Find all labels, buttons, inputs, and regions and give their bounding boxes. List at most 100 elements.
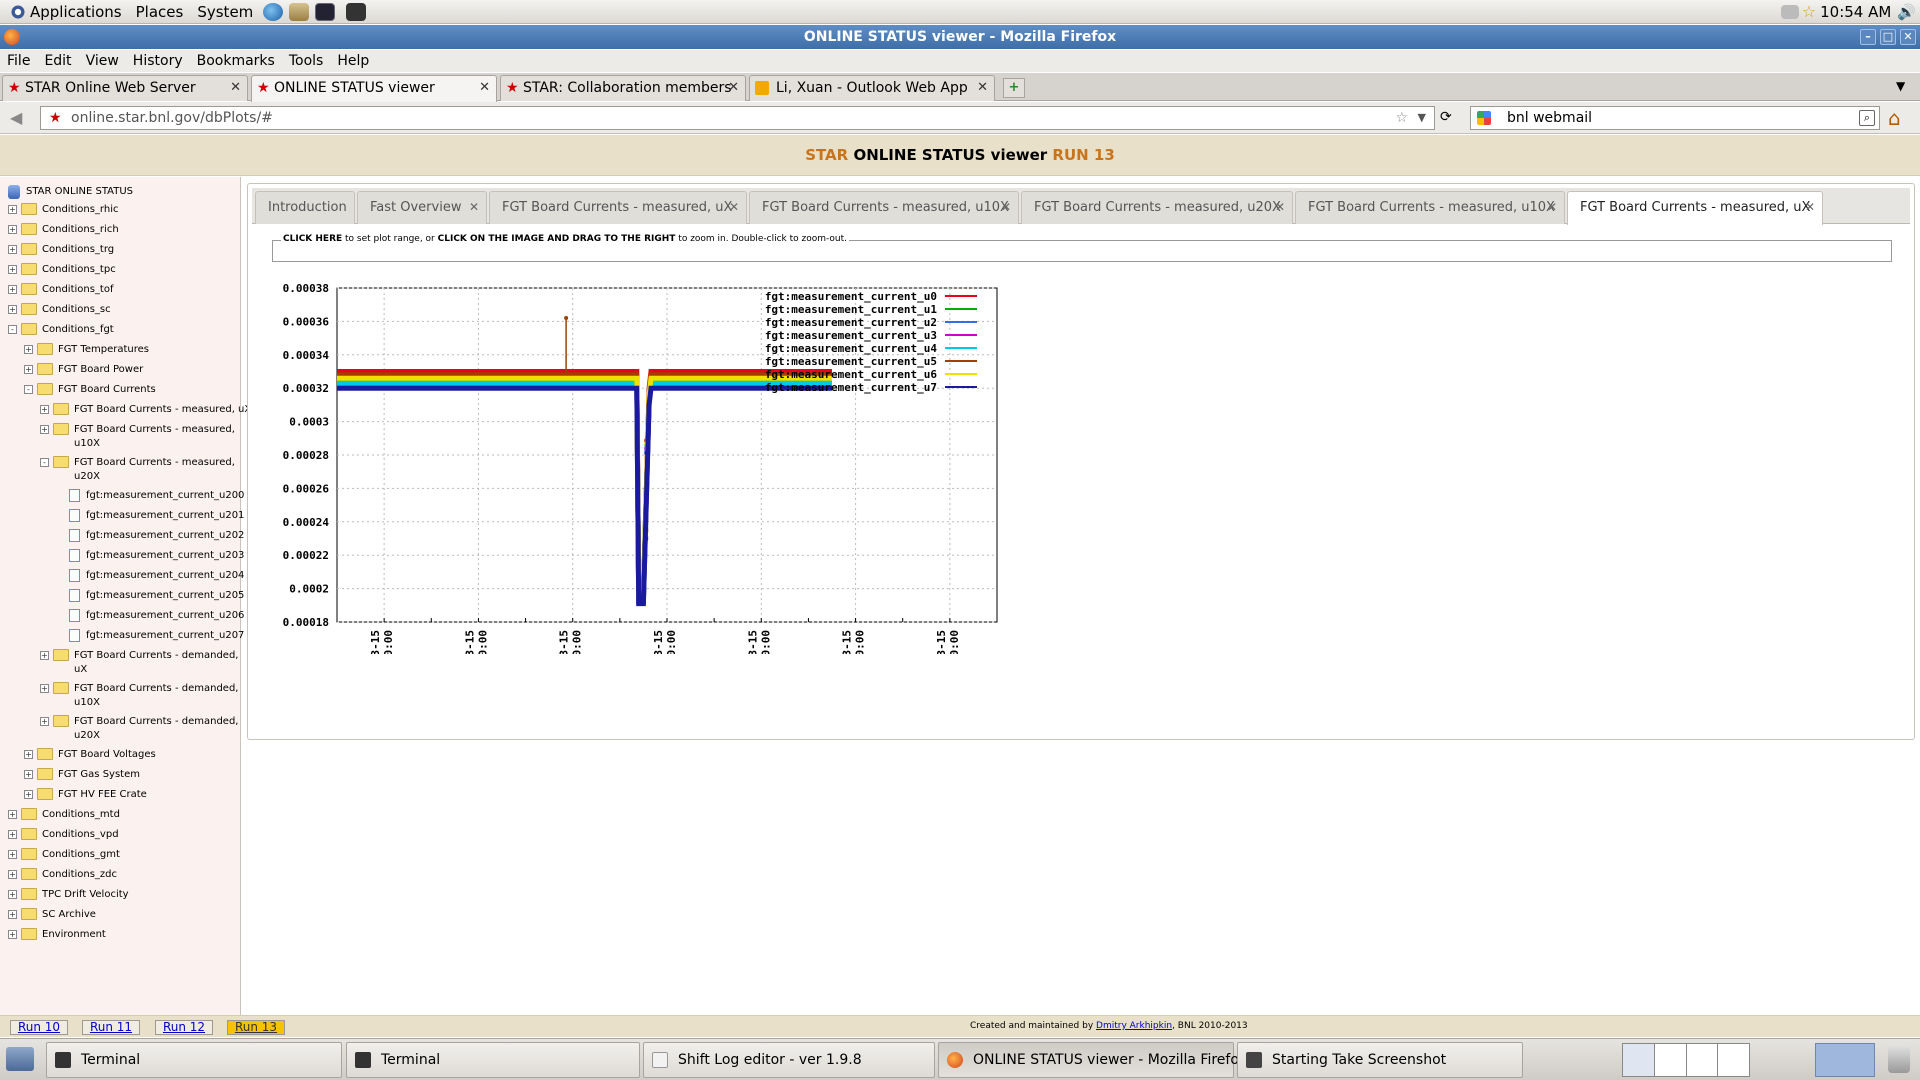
tree-leaf[interactable]: fgt:measurement_current_u200 — [56, 489, 244, 507]
terminal-launcher-icon[interactable] — [315, 2, 336, 21]
workspace-firefox-preview[interactable] — [1815, 1043, 1875, 1077]
star-notify-icon[interactable]: ☆ — [1802, 2, 1816, 21]
volume-icon[interactable]: 🔊 — [1897, 3, 1916, 21]
workspace-switcher[interactable] — [1622, 1043, 1750, 1077]
menu-history[interactable]: History — [126, 53, 190, 69]
browser-tab[interactable]: ★ STAR: Collaboration members ✕ — [500, 75, 746, 101]
show-desktop-icon[interactable] — [6, 1047, 34, 1071]
browser-tab[interactable]: ★ STAR Online Web Server ✕ — [2, 75, 248, 101]
expand-icon[interactable]: + — [8, 245, 17, 254]
hint-text[interactable]: CLICK HERE to set plot range, or CLICK O… — [281, 234, 850, 244]
close-tab-icon[interactable]: ✕ — [1805, 192, 1815, 223]
expand-icon[interactable]: + — [8, 890, 17, 899]
close-tab-icon[interactable]: ✕ — [479, 76, 490, 100]
plot-tab[interactable]: FGT Board Currents - measured, u10X ✕ — [749, 191, 1019, 224]
url-bar[interactable]: ★ online.star.bnl.gov/dbPlots/# ☆ ▼ — [40, 106, 1435, 130]
plot-tab[interactable]: Fast Overview ✕ — [357, 191, 487, 224]
collapse-icon[interactable]: - — [8, 325, 17, 334]
menu-help[interactable]: Help — [330, 53, 376, 69]
expand-icon[interactable]: + — [8, 830, 17, 839]
screenshot-launcher-icon[interactable] — [346, 2, 367, 21]
tab-list-icon[interactable]: ▼ — [1896, 79, 1905, 93]
expand-icon[interactable]: + — [8, 305, 17, 314]
tree-folder[interactable]: - FGT Board Currents — [24, 383, 156, 401]
author-link[interactable]: Dmitry Arkhipkin — [1096, 1021, 1172, 1031]
tree-folder[interactable]: + FGT Board Currents - demanded, uX — [40, 649, 238, 675]
close-window-button[interactable]: ✕ — [1900, 29, 1916, 45]
clock[interactable]: 10:54 AM — [1820, 3, 1891, 21]
workspace-4[interactable] — [1718, 1044, 1749, 1076]
run-12-button[interactable]: Run 12 — [155, 1020, 213, 1035]
workspace-1[interactable] — [1623, 1044, 1655, 1076]
collapse-icon[interactable]: - — [24, 385, 33, 394]
close-tab-icon[interactable]: ✕ — [1547, 192, 1557, 223]
taskbar-terminal-1[interactable]: Terminal — [46, 1042, 342, 1078]
expand-icon[interactable]: + — [24, 750, 33, 759]
expand-icon[interactable]: + — [8, 870, 17, 879]
tree-folder[interactable]: - FGT Board Currents - measured, u20X — [40, 456, 235, 482]
tree-leaf[interactable]: fgt:measurement_current_u201 — [56, 509, 244, 527]
google-search-engine-icon[interactable] — [1477, 111, 1491, 125]
expand-icon[interactable]: + — [8, 810, 17, 819]
tree-folder[interactable]: + Conditions_zdc — [8, 868, 117, 886]
tree-folder[interactable]: + FGT Gas System — [24, 768, 140, 786]
tree-folder[interactable]: + FGT Board Voltages — [24, 748, 156, 766]
search-input[interactable]: bnl webmail ⌕ — [1470, 106, 1880, 130]
expand-icon[interactable]: + — [40, 684, 49, 693]
mail-launcher-icon[interactable] — [289, 2, 310, 21]
tree-folder[interactable]: + Environment — [8, 928, 106, 946]
taskbar-terminal-2[interactable]: Terminal — [346, 1042, 640, 1078]
taskbar-firefox[interactable]: ONLINE STATUS viewer - Mozilla Firefox — [938, 1042, 1247, 1078]
plot-tab[interactable]: FGT Board Currents - measured, uX ✕ — [489, 191, 747, 224]
expand-icon[interactable]: + — [8, 910, 17, 919]
tree-folder[interactable]: + Conditions_tof — [8, 283, 114, 301]
taskbar-screenshot[interactable]: Starting Take Screenshot — [1237, 1042, 1523, 1078]
tree-folder[interactable]: + Conditions_tpc — [8, 263, 116, 281]
tree-folder[interactable]: + Conditions_vpd — [8, 828, 119, 846]
browser-tab-active[interactable]: ★ ONLINE STATUS viewer ✕ — [251, 75, 497, 102]
tree-folder[interactable]: + Conditions_sc — [8, 303, 111, 321]
minimize-button[interactable]: – — [1860, 29, 1876, 45]
close-tab-icon[interactable]: ✕ — [230, 76, 241, 100]
collapse-icon[interactable]: - — [40, 458, 49, 467]
run-11-button[interactable]: Run 11 — [82, 1020, 140, 1035]
tree-folder[interactable]: + Conditions_trg — [8, 243, 114, 261]
close-tab-icon[interactable]: ✕ — [977, 76, 988, 100]
current-chart[interactable]: 0.00038 0.00036 0.00034 0.00032 0.0003 0.0002… — [262, 274, 1022, 722]
tree-leaf[interactable]: fgt:measurement_current_u202 — [56, 529, 244, 547]
plot-tab[interactable]: Introduction — [255, 191, 355, 224]
home-icon[interactable]: ⌂ — [1888, 106, 1901, 130]
tree-folder[interactable]: + FGT Board Currents - measured, uX — [40, 403, 251, 421]
expand-icon[interactable]: + — [8, 850, 17, 859]
expand-icon[interactable]: + — [40, 405, 49, 414]
system-menu[interactable]: System — [190, 0, 260, 24]
tree-folder[interactable]: + FGT Board Currents - measured, u10X — [40, 423, 235, 449]
tree-leaf[interactable]: fgt:measurement_current_u207 — [56, 629, 244, 647]
tree-folder[interactable]: + SC Archive — [8, 908, 96, 926]
tree-leaf[interactable]: fgt:measurement_current_u204 — [56, 569, 244, 587]
expand-icon[interactable]: + — [24, 790, 33, 799]
close-tab-icon[interactable]: ✕ — [729, 192, 739, 223]
search-magnifier-icon[interactable]: ⌕ — [1859, 110, 1875, 126]
tree-leaf[interactable]: fgt:measurement_current_u203 — [56, 549, 244, 567]
expand-icon[interactable]: + — [40, 651, 49, 660]
firefox-window-icon[interactable] — [4, 29, 20, 45]
close-tab-icon[interactable]: ✕ — [1001, 192, 1011, 223]
network-icon[interactable] — [1780, 4, 1799, 19]
trash-icon[interactable] — [1888, 1047, 1910, 1073]
plot-tab[interactable]: FGT Board Currents - measured, u20X ✕ — [1021, 191, 1293, 224]
browser-launcher-icon[interactable] — [263, 2, 284, 21]
close-tab-icon[interactable]: ✕ — [1275, 192, 1285, 223]
url-dropdown-icon[interactable]: ▼ — [1418, 107, 1426, 129]
tree-folder[interactable]: + Conditions_gmt — [8, 848, 120, 866]
menu-view[interactable]: View — [79, 53, 126, 69]
tree-folder[interactable]: + Conditions_rhic — [8, 203, 118, 221]
bookmark-star-icon[interactable]: ☆ — [1395, 107, 1408, 129]
close-tab-icon[interactable]: ✕ — [469, 192, 479, 223]
plot-tab[interactable]: FGT Board Currents - measured, u10X ✕ — [1295, 191, 1565, 224]
tree-root[interactable]: STAR ONLINE STATUS — [8, 185, 133, 203]
plot-range-hint[interactable]: CLICK HERE to set plot range, or CLICK O… — [272, 234, 1892, 262]
back-arrow-icon[interactable]: ◀ — [10, 108, 22, 127]
workspace-2[interactable] — [1655, 1044, 1687, 1076]
expand-icon[interactable]: + — [24, 365, 33, 374]
